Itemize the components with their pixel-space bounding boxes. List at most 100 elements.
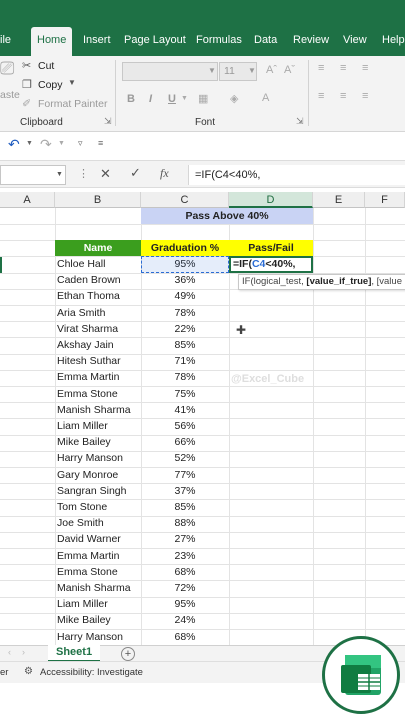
customize-toolbar-icon[interactable]: ▿	[78, 138, 83, 149]
graduation-cell[interactable]: 88%	[141, 515, 229, 531]
undo-icon[interactable]: ↶	[8, 136, 20, 153]
graduation-cell[interactable]: 71%	[141, 353, 229, 369]
name-cell[interactable]: Manish Sharma	[57, 580, 141, 596]
column-header-e[interactable]: E	[313, 192, 365, 208]
name-cell[interactable]: Manish Sharma	[57, 402, 141, 418]
font-dialog-launcher-icon[interactable]: ⇲	[296, 116, 304, 127]
graduation-cell[interactable]: 41%	[141, 402, 229, 418]
graduation-cell[interactable]: 37%	[141, 483, 229, 499]
grow-font-icon[interactable]: Aˆ	[266, 64, 277, 76]
active-cell-editor[interactable]: =IF(C4<40%,	[229, 256, 313, 273]
name-cell[interactable]: Emma Stone	[57, 386, 141, 402]
name-cell[interactable]: Mike Bailey	[57, 612, 141, 628]
font-color-icon[interactable]: A	[262, 92, 269, 104]
fill-color-icon[interactable]: ◈	[230, 92, 238, 105]
name-cell[interactable]: Liam Miller	[57, 596, 141, 612]
graduation-cell[interactable]: 77%	[141, 467, 229, 483]
align-bottom-icon[interactable]: ≡	[362, 62, 368, 74]
graduation-cell[interactable]: 56%	[141, 418, 229, 434]
font-size-dropdown-icon[interactable]: ▼	[248, 66, 256, 75]
formula-input[interactable]: =IF(C4<40%,	[188, 165, 405, 185]
banner-title[interactable]: Pass Above 40%	[141, 208, 313, 224]
paste-icon[interactable]: ⎚	[0, 58, 14, 79]
chevron-down-icon[interactable]: ▼	[68, 78, 76, 87]
header-pass-fail[interactable]: Pass/Fail	[229, 240, 313, 256]
column-header-d[interactable]: D	[229, 192, 313, 208]
shrink-font-icon[interactable]: Aˇ	[284, 64, 295, 76]
name-cell[interactable]: Akshay Jain	[57, 337, 141, 353]
align-left-icon[interactable]: ≡	[318, 90, 324, 102]
name-cell[interactable]: Tom Stone	[57, 499, 141, 515]
tab-data[interactable]: Data	[254, 34, 277, 46]
graduation-cell[interactable]: 24%	[141, 612, 229, 628]
name-cell[interactable]: Emma Martin	[57, 548, 141, 564]
name-cell[interactable]: Gary Monroe	[57, 467, 141, 483]
tab-formulas[interactable]: Formulas	[196, 34, 242, 46]
graduation-cell[interactable]: 78%	[141, 369, 229, 385]
spreadsheet-grid[interactable]: A B C D E F Pass Above 40% Name Graduati…	[0, 192, 405, 645]
header-name[interactable]: Name	[55, 240, 141, 256]
more-commands-icon[interactable]: ≡	[98, 138, 103, 148]
format-painter-button[interactable]: Format Painter	[38, 98, 107, 110]
graduation-cell[interactable]: 85%	[141, 499, 229, 515]
underline-button[interactable]: U	[168, 93, 176, 105]
tab-home[interactable]: Home	[31, 27, 73, 56]
name-cell[interactable]: Ethan Thoma	[57, 288, 141, 304]
graduation-cell[interactable]: 36%	[141, 272, 229, 288]
name-cell[interactable]: Sangran Singh	[57, 483, 141, 499]
column-header-c[interactable]: C	[141, 192, 229, 208]
copy-button[interactable]: Copy	[38, 79, 63, 91]
tab-help[interactable]: Help	[382, 34, 405, 46]
tab-file[interactable]: ile	[0, 34, 11, 46]
align-center-icon[interactable]: ≡	[340, 90, 346, 102]
undo-dropdown-icon[interactable]: ▼	[26, 140, 33, 147]
tab-review[interactable]: Review	[293, 34, 329, 46]
align-top-icon[interactable]: ≡	[318, 62, 324, 74]
name-box[interactable]: ▼	[0, 165, 66, 185]
tab-insert[interactable]: Insert	[83, 34, 111, 46]
dialog-launcher-icon[interactable]: ⇲	[104, 116, 112, 127]
font-name-dropdown-icon[interactable]: ▼	[208, 66, 216, 75]
function-argument-tooltip[interactable]: IF(logical_test, [value_if_true], [value	[238, 274, 405, 290]
align-right-icon[interactable]: ≡	[362, 90, 368, 102]
tab-page-layout[interactable]: Page Layout	[124, 34, 186, 46]
graduation-cell[interactable]: 49%	[141, 288, 229, 304]
align-middle-icon[interactable]: ≡	[340, 62, 346, 74]
graduation-cell[interactable]: 22%	[141, 321, 229, 337]
add-sheet-icon[interactable]: +	[121, 647, 135, 661]
name-cell[interactable]: Liam Miller	[57, 418, 141, 434]
redo-dropdown-icon[interactable]: ▼	[58, 140, 65, 147]
font-name-box[interactable]	[122, 62, 218, 81]
graduation-cell[interactable]: 27%	[141, 531, 229, 547]
name-cell[interactable]: Virat Sharma	[57, 321, 141, 337]
scroll-left-icon[interactable]: ‹	[8, 647, 11, 657]
cut-button[interactable]: Cut	[38, 60, 54, 72]
graduation-cell[interactable]: 68%	[141, 564, 229, 580]
column-header-f[interactable]: F	[365, 192, 405, 208]
graduation-cell[interactable]: 66%	[141, 434, 229, 450]
name-cell[interactable]: Harry Manson	[57, 629, 141, 645]
borders-icon[interactable]: ▦	[198, 92, 208, 105]
name-cell[interactable]: David Warner	[57, 531, 141, 547]
name-cell[interactable]: Mike Bailey	[57, 434, 141, 450]
enter-checkmark-icon[interactable]: ✓	[130, 165, 141, 181]
name-cell[interactable]: Aria Smith	[57, 305, 141, 321]
column-header-a[interactable]: A	[0, 192, 55, 208]
graduation-cell[interactable]: 75%	[141, 386, 229, 402]
scroll-right-icon[interactable]: ›	[22, 647, 25, 657]
graduation-cell[interactable]: 52%	[141, 450, 229, 466]
paste-button[interactable]: aste	[0, 89, 20, 101]
graduation-cell[interactable]: 85%	[141, 337, 229, 353]
tab-sheet1[interactable]: Sheet1	[48, 645, 101, 662]
italic-button[interactable]: I	[149, 93, 152, 105]
graduation-cell[interactable]: 23%	[141, 548, 229, 564]
graduation-cell[interactable]: 95%	[141, 596, 229, 612]
insert-function-button[interactable]: fx	[160, 166, 169, 181]
accessibility-status[interactable]: Accessibility: Investigate	[40, 667, 143, 678]
graduation-cell[interactable]: 68%	[141, 629, 229, 645]
name-cell[interactable]: Chloe Hall	[57, 256, 141, 272]
bold-button[interactable]: B	[127, 93, 135, 105]
name-cell[interactable]: Hitesh Suthar	[57, 353, 141, 369]
cancel-icon[interactable]: ✕	[100, 166, 111, 182]
name-cell[interactable]: Emma Stone	[57, 564, 141, 580]
